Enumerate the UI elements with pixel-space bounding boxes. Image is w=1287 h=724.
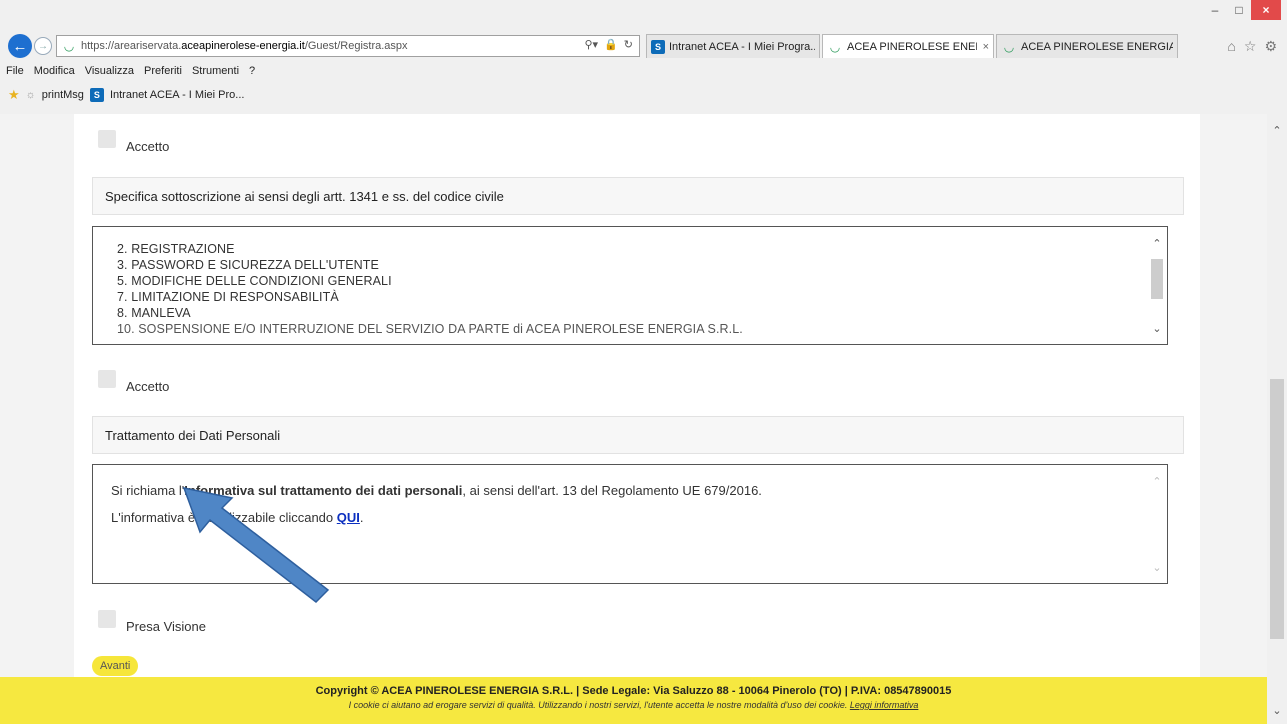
sharepoint-icon: S: [89, 88, 104, 102]
privacy-scrollbar[interactable]: ⌃ ⌄: [1147, 465, 1167, 583]
page-viewport: Accetto Specifica sottoscrizione ai sens…: [0, 114, 1287, 724]
menu-bar: File Modifica Visualizza Preferiti Strum…: [6, 65, 255, 77]
accept-clauses-checkbox[interactable]: [98, 370, 116, 388]
maximize-button[interactable]: □: [1227, 0, 1251, 20]
gear-icon[interactable]: ⚙: [1264, 38, 1277, 55]
browser-chrome: – □ × ← → ◡ https://areariservata.aceapi…: [0, 0, 1287, 114]
clauses-header: Specifica sottoscrizione ai sensi degli …: [92, 177, 1184, 215]
home-icon[interactable]: ⌂: [1227, 38, 1235, 55]
privacy-header: Trattamento dei Dati Personali: [92, 416, 1184, 454]
cookie-policy-link[interactable]: Leggi informativa: [850, 700, 919, 710]
menu-strumenti[interactable]: Strumenti: [192, 65, 239, 77]
minimize-button[interactable]: –: [1203, 0, 1227, 20]
favorites-star-icon[interactable]: ☆: [1244, 38, 1257, 55]
printmsg-icon: ☼: [25, 89, 36, 101]
registration-form: Accetto Specifica sottoscrizione ai sens…: [74, 114, 1200, 724]
list-item: 10. SOSPENSIONE E/O INTERRUZIONE DEL SER…: [117, 322, 743, 336]
clauses-list: 2. REGISTRAZIONE 3. PASSWORD E SICUREZZA…: [93, 227, 1167, 337]
favorite-intranet[interactable]: Intranet ACEA - I Miei Pro...: [110, 89, 245, 101]
url-text: https://areariservata.aceapinerolese-ene…: [81, 40, 408, 52]
list-item: 5. MODIFICHE DELLE CONDIZIONI GENERALI: [117, 274, 392, 288]
back-button[interactable]: ←: [8, 34, 32, 58]
privacy-link-paragraph: L'informativa è visualizzabile cliccando…: [111, 510, 364, 525]
list-item: 8. MANLEVA: [117, 306, 191, 320]
footer-copyright: Copyright © ACEA PINEROLESE ENERGIA S.R.…: [315, 685, 952, 697]
accept-terms-label: Accetto: [126, 139, 170, 154]
address-row: ← → ◡ https://areariservata.aceapinerole…: [0, 34, 1287, 58]
privacy-box[interactable]: Si richiama l'Informativa sul trattament…: [92, 464, 1168, 584]
presa-visione-label: Presa Visione: [126, 619, 206, 634]
menu-visualizza[interactable]: Visualizza: [85, 65, 134, 77]
accept-clauses-row: Accetto: [98, 370, 169, 394]
sharepoint-icon: S: [651, 39, 665, 54]
scroll-down-icon[interactable]: ⌄: [1267, 702, 1287, 718]
list-item: 7. LIMITAZIONE DI RESPONSABILITÀ: [117, 290, 339, 304]
presa-visione-row: Presa Visione: [98, 610, 206, 634]
acea-icon: ◡: [64, 39, 74, 53]
scroll-up-icon[interactable]: ⌃: [1147, 473, 1167, 489]
close-window-button[interactable]: ×: [1251, 0, 1281, 20]
avanti-button[interactable]: Avanti: [92, 656, 139, 676]
favorites-bar: ★ ☼ printMsg S Intranet ACEA - I Miei Pr…: [8, 87, 244, 103]
page-footer: Copyright © ACEA PINEROLESE ENERGIA S.R.…: [0, 677, 1267, 724]
list-item: 2. REGISTRAZIONE: [117, 242, 235, 256]
tab-intranet[interactable]: S Intranet ACEA - I Miei Progra...: [646, 34, 820, 58]
scroll-up-icon[interactable]: ⌃: [1267, 122, 1287, 138]
window-controls: – □ ×: [1203, 0, 1281, 22]
tab-acea-active[interactable]: ◡ ACEA PINEROLESE ENER... ×: [822, 34, 994, 58]
toolbar-icons: ⌂ ☆ ⚙: [1227, 38, 1277, 55]
menu-modifica[interactable]: Modifica: [34, 65, 75, 77]
privacy-paragraph: Si richiama l'Informativa sul trattament…: [111, 483, 762, 498]
add-favorite-icon[interactable]: ★: [8, 87, 20, 103]
scroll-thumb[interactable]: [1151, 259, 1163, 299]
acea-icon: ◡: [1004, 39, 1014, 54]
address-bar[interactable]: ◡ https://areariservata.aceapinerolese-e…: [56, 35, 640, 57]
tab-acea[interactable]: ◡ ACEA PINEROLESE ENERGIA ...: [996, 34, 1178, 58]
footer-cookie-notice: I cookie ci aiutano ad erogare servizi d…: [348, 700, 919, 710]
menu-file[interactable]: File: [6, 65, 24, 77]
scroll-up-icon[interactable]: ⌃: [1147, 235, 1167, 251]
clauses-title: Specifica sottoscrizione ai sensi degli …: [105, 188, 504, 204]
privacy-qui-link[interactable]: QUI: [337, 510, 360, 525]
accept-clauses-label: Accetto: [126, 379, 170, 394]
lock-icon: 🔒: [604, 39, 618, 51]
page-scrollbar[interactable]: ⌃ ⌄: [1267, 114, 1287, 724]
refresh-icon[interactable]: ↻: [624, 38, 633, 51]
scroll-thumb[interactable]: [1270, 379, 1284, 639]
acea-icon: ◡: [830, 39, 840, 54]
clauses-scrollbar[interactable]: ⌃ ⌄: [1147, 227, 1167, 344]
accept-terms-checkbox[interactable]: [98, 130, 116, 148]
presa-visione-checkbox[interactable]: [98, 610, 116, 628]
scroll-down-icon[interactable]: ⌄: [1147, 559, 1167, 575]
search-icon[interactable]: ⚲▾: [585, 38, 599, 51]
clauses-box[interactable]: 2. REGISTRAZIONE 3. PASSWORD E SICUREZZA…: [92, 226, 1168, 345]
accept-terms-row: Accetto: [98, 130, 169, 154]
privacy-title: Trattamento dei Dati Personali: [105, 427, 281, 443]
menu-help[interactable]: ?: [249, 65, 255, 77]
scroll-down-icon[interactable]: ⌄: [1147, 320, 1167, 336]
forward-button[interactable]: →: [34, 37, 52, 55]
list-item: 3. PASSWORD E SICUREZZA DELL'UTENTE: [117, 258, 379, 272]
favorite-printmsg[interactable]: printMsg: [42, 89, 84, 101]
close-tab-icon[interactable]: ×: [977, 41, 989, 53]
menu-preferiti[interactable]: Preferiti: [144, 65, 182, 77]
